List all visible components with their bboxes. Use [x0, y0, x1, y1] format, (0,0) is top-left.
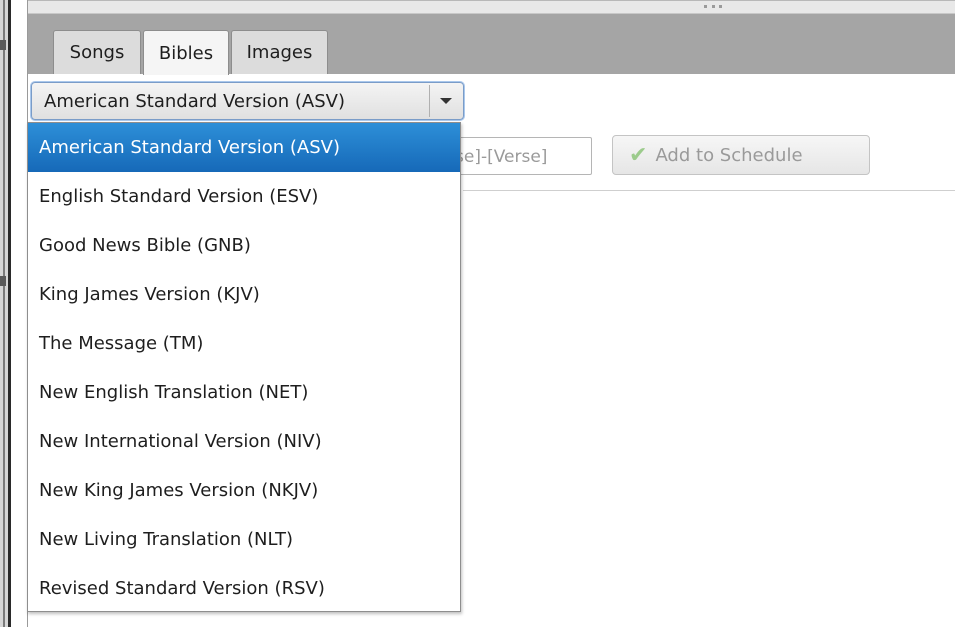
- dropdown-option[interactable]: New Living Translation (NLT): [28, 515, 460, 564]
- bible-version-dropdown: American Standard Version (ASV) English …: [27, 122, 461, 612]
- add-to-schedule-button[interactable]: ✔ Add to Schedule: [612, 135, 870, 175]
- tab-images[interactable]: Images: [231, 30, 328, 74]
- dropdown-option[interactable]: New English Translation (NET): [28, 368, 460, 417]
- dropdown-option[interactable]: Revised Standard Version (RSV): [28, 564, 460, 613]
- dropdown-arrow-button[interactable]: [429, 85, 461, 117]
- dropdown-option[interactable]: American Standard Version (ASV): [28, 123, 460, 172]
- chevron-down-icon: [439, 98, 452, 104]
- edge-line: [3, 0, 5, 627]
- reference-placeholder: se]-[Verse]: [455, 147, 548, 167]
- bible-version-selected: American Standard Version (ASV): [44, 91, 345, 112]
- panel-top-strip: [28, 0, 955, 14]
- dropdown-option[interactable]: New International Version (NIV): [28, 417, 460, 466]
- tab-bar: Songs Bibles Images: [28, 14, 955, 75]
- bible-version-select[interactable]: American Standard Version (ASV): [31, 82, 464, 120]
- add-to-schedule-label: Add to Schedule: [655, 144, 803, 166]
- dropdown-option[interactable]: King James Version (KJV): [28, 270, 460, 319]
- checkmark-icon: ✔: [629, 142, 648, 168]
- dropdown-option[interactable]: Good News Bible (GNB): [28, 221, 460, 270]
- edge-notch: [0, 276, 6, 286]
- dropdown-option[interactable]: New King James Version (NKJV): [28, 466, 460, 515]
- bible-reference-input[interactable]: se]-[Verse]: [448, 137, 592, 175]
- dropdown-option[interactable]: English Standard Version (ESV): [28, 172, 460, 221]
- window-left-edge: [0, 0, 11, 627]
- edge-notch: [0, 40, 6, 50]
- tab-songs[interactable]: Songs: [53, 30, 141, 74]
- resize-grip-icon[interactable]: [704, 5, 722, 9]
- tab-bibles[interactable]: Bibles: [143, 30, 229, 75]
- dropdown-option[interactable]: The Message (TM): [28, 319, 460, 368]
- edge-border: [8, 0, 11, 627]
